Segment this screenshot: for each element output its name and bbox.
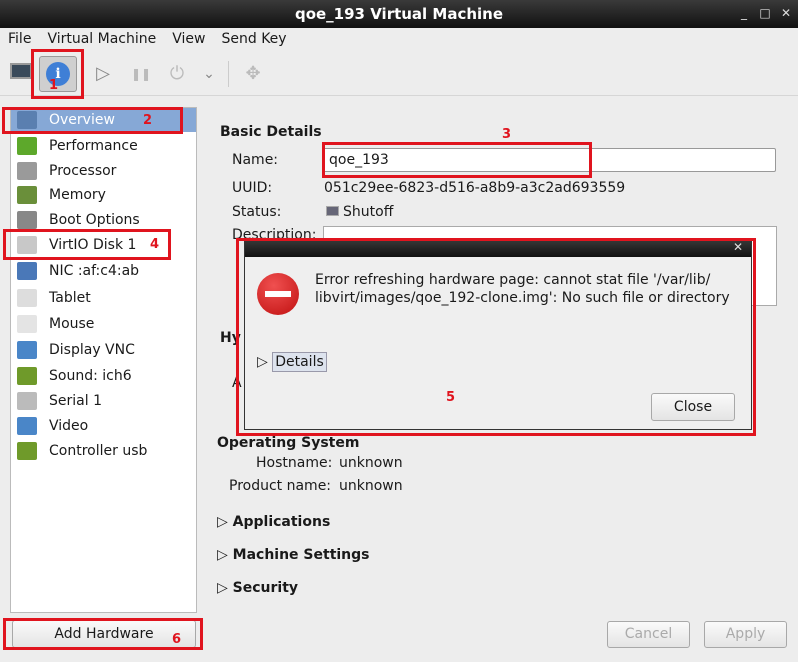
sidebar-item-processor[interactable]: Processor [11, 159, 196, 183]
hardware-icon [17, 367, 37, 385]
os-heading: Operating System [217, 435, 360, 451]
run-button[interactable]: ▷ [88, 59, 118, 89]
sidebar-item-label: Video [49, 418, 89, 434]
sidebar-item-label: Sound: ich6 [49, 368, 132, 384]
sidebar-item-label: NIC :af:c4:ab [49, 263, 140, 279]
sidebar-item-label: Display VNC [49, 342, 135, 358]
machine-settings-label: Machine Settings [232, 547, 370, 563]
product-name-value: unknown [339, 478, 403, 494]
maximize-button[interactable]: □ [758, 6, 772, 20]
sidebar-item-label: Controller usb [49, 443, 148, 459]
sidebar-item-nic-af-c4-ab[interactable]: NIC :af:c4:ab [11, 259, 196, 283]
status-label: Status: [232, 204, 282, 220]
sidebar-item-mouse[interactable]: Mouse [11, 312, 196, 336]
sidebar-item-tablet[interactable]: Tablet [11, 286, 196, 310]
uuid-label: UUID: [232, 180, 273, 196]
uuid-value: 051c29ee-6823-d516-a8b9-a3c2ad693559 [324, 180, 626, 196]
hardware-icon [17, 211, 37, 229]
annotation-label-5: 5 [446, 390, 456, 405]
applications-label: Applications [232, 514, 331, 530]
menu-bar: File Virtual Machine View Send Key [0, 28, 798, 50]
hardware-icon [17, 315, 37, 333]
annotation-label-1: 1 [49, 78, 59, 93]
annotation-box-3 [322, 142, 592, 178]
shutdown-button[interactable]: ⏻ [162, 59, 192, 89]
product-name-label: Product name: [229, 478, 332, 494]
menu-send-key[interactable]: Send Key [213, 28, 294, 50]
toolbar-separator [228, 61, 229, 87]
hardware-icon [17, 417, 37, 435]
hardware-list: Overview Performance Processor Memory Boot O… [10, 107, 197, 613]
toolbar: i ▷ ❚❚ ⏻ ⌄ ✥ [0, 50, 798, 96]
sidebar-item-sound-ich6[interactable]: Sound: ich6 [11, 364, 196, 388]
hostname-label: Hostname: [256, 455, 333, 471]
annotation-box-4 [3, 229, 171, 260]
menu-view[interactable]: View [164, 28, 213, 50]
annotation-label-4: 4 [150, 237, 160, 252]
close-button[interactable]: ✕ [779, 6, 793, 20]
machine-settings-expander[interactable]: ▷ Machine Settings [217, 547, 370, 563]
hostname-value: unknown [339, 455, 403, 471]
sidebar-item-label: Performance [49, 138, 138, 154]
hardware-icon [17, 289, 37, 307]
applications-expander[interactable]: ▷ Applications [217, 514, 330, 530]
hardware-icon [17, 341, 37, 359]
window-title: qoe_193 Virtual Machine [294, 5, 504, 23]
basic-details-heading: Basic Details [220, 124, 322, 140]
name-label: Name: [232, 152, 279, 168]
security-expander[interactable]: ▷ Security [217, 580, 298, 596]
apply-button[interactable]: Apply [704, 621, 787, 648]
sidebar-item-memory[interactable]: Memory [11, 183, 196, 207]
hardware-icon [17, 162, 37, 180]
shutdown-dropdown[interactable]: ⌄ [194, 59, 224, 89]
fullscreen-button[interactable]: ✥ [238, 59, 268, 89]
hardware-icon [17, 262, 37, 280]
shutoff-icon [326, 206, 339, 216]
security-label: Security [232, 580, 299, 596]
title-bar: qoe_193 Virtual Machine [0, 0, 798, 28]
pause-button[interactable]: ❚❚ [126, 59, 156, 89]
sidebar-item-label: Boot Options [49, 212, 140, 228]
annotation-label-2: 2 [143, 113, 153, 128]
hardware-icon [17, 392, 37, 410]
sidebar-item-label: Memory [49, 187, 106, 203]
hardware-icon [17, 137, 37, 155]
sidebar-item-label: Tablet [49, 290, 91, 306]
status-value: Shutoff [343, 204, 394, 220]
console-icon[interactable] [10, 63, 32, 79]
hardware-icon [17, 442, 37, 460]
annotation-label-3: 3 [502, 127, 512, 142]
annotation-box-2 [2, 107, 183, 134]
minimize-button[interactable]: _ [737, 6, 751, 20]
sidebar-item-label: Serial 1 [49, 393, 102, 409]
sidebar-item-label: Mouse [49, 316, 95, 332]
menu-file[interactable]: File [0, 28, 39, 50]
annotation-label-6: 6 [172, 632, 182, 647]
menu-virtual-machine[interactable]: Virtual Machine [39, 28, 164, 50]
sidebar-item-controller-usb[interactable]: Controller usb [11, 439, 196, 463]
cancel-button[interactable]: Cancel [607, 621, 690, 648]
sidebar-item-performance[interactable]: Performance [11, 134, 196, 158]
hardware-icon [17, 186, 37, 204]
sidebar-item-video[interactable]: Video [11, 414, 196, 438]
sidebar-item-display-vnc[interactable]: Display VNC [11, 338, 196, 362]
sidebar-item-serial-1[interactable]: Serial 1 [11, 389, 196, 413]
sidebar-item-label: Processor [49, 163, 117, 179]
annotation-box-5 [236, 238, 756, 436]
